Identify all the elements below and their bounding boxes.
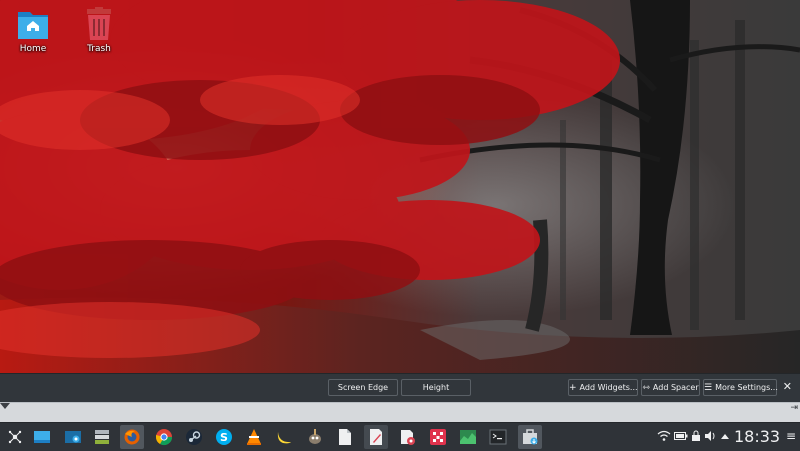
taskbar: S 18:33 ≡ <box>0 422 800 451</box>
battery-icon[interactable] <box>674 429 688 443</box>
media-viewer-icon <box>401 430 415 445</box>
terminal-icon <box>489 429 507 445</box>
vlc-icon <box>247 429 261 445</box>
application-launcher-icon <box>8 430 22 444</box>
firefox-icon <box>124 429 140 445</box>
add-widgets-label: Add Widgets... <box>579 383 638 392</box>
add-widgets-button[interactable]: + Add Widgets... <box>568 379 638 396</box>
task-banana[interactable] <box>272 425 296 449</box>
task-file-manager[interactable] <box>90 425 114 449</box>
volume-icon[interactable] <box>703 429 717 443</box>
trash-icon <box>82 6 116 42</box>
clock[interactable]: 18:33 <box>734 426 780 448</box>
add-spacer-button[interactable]: ⇿ Add Spacer <box>641 379 700 396</box>
task-steam[interactable] <box>182 425 206 449</box>
home-folder-icon <box>16 6 50 42</box>
task-chrome[interactable] <box>152 425 176 449</box>
task-package-installer[interactable] <box>518 425 542 449</box>
application-launcher-button[interactable] <box>3 425 27 449</box>
gimp-icon <box>309 429 321 444</box>
task-system-monitor[interactable] <box>456 425 480 449</box>
desktop-icon-label: Home <box>19 44 47 54</box>
ruler-right-handle[interactable]: ⇥ <box>790 403 798 413</box>
more-settings-label: More Settings... <box>715 383 778 392</box>
task-desktop[interactable] <box>30 425 54 449</box>
ruler-left-handle[interactable] <box>0 403 10 409</box>
height-label: Height <box>422 383 450 392</box>
document-icon <box>339 429 351 445</box>
task-media-viewer[interactable] <box>396 425 420 449</box>
screen-edge-label: Screen Edge <box>337 383 389 392</box>
text-editor-icon <box>370 429 382 445</box>
panel-ruler[interactable]: ⇥ <box>0 402 800 423</box>
add-spacer-label: Add Spacer <box>652 383 699 392</box>
chrome-icon <box>155 429 173 446</box>
wifi-icon[interactable] <box>657 429 671 443</box>
desktop-icon-label: Trash <box>87 44 111 54</box>
panel-menu-icon[interactable]: ≡ <box>784 429 798 443</box>
task-text-editor[interactable] <box>364 425 388 449</box>
package-installer-icon <box>523 429 538 445</box>
task-red-app[interactable] <box>426 425 450 449</box>
tray-expand-icon[interactable] <box>718 429 732 443</box>
steam-icon <box>186 429 202 445</box>
system-monitor-icon <box>460 430 476 444</box>
desktop-wallpaper <box>0 0 800 373</box>
task-screenshot-folder[interactable] <box>61 425 85 449</box>
spacer-icon: ⇿ <box>642 383 650 393</box>
desktop-icon-home[interactable]: Home <box>7 6 59 54</box>
close-icon[interactable]: ✕ <box>783 381 792 393</box>
skype-icon: S <box>216 429 232 445</box>
settings-icon: ☰ <box>704 383 713 393</box>
desktop-icon-trash[interactable]: Trash <box>73 6 125 54</box>
height-button[interactable]: Height <box>401 379 471 396</box>
svg-text:S: S <box>220 431 228 444</box>
red-app-icon <box>430 429 446 445</box>
task-firefox[interactable] <box>120 425 144 449</box>
task-skype[interactable]: S <box>212 425 236 449</box>
desktop-icon <box>34 431 50 443</box>
file-manager-icon <box>95 430 109 444</box>
more-settings-button[interactable]: ☰ More Settings... <box>703 379 778 396</box>
task-terminal[interactable] <box>486 425 510 449</box>
screenshot-folder-icon <box>65 431 81 443</box>
task-vlc[interactable] <box>242 425 266 449</box>
task-gimp[interactable] <box>303 425 327 449</box>
panel-edit-toolbar: Screen Edge Height + Add Widgets... ⇿ Add … <box>0 373 800 403</box>
lock-icon[interactable] <box>689 429 703 443</box>
task-document[interactable] <box>333 425 357 449</box>
plus-icon: + <box>569 383 577 393</box>
screen-edge-button[interactable]: Screen Edge <box>328 379 398 396</box>
banana-icon <box>277 432 291 444</box>
